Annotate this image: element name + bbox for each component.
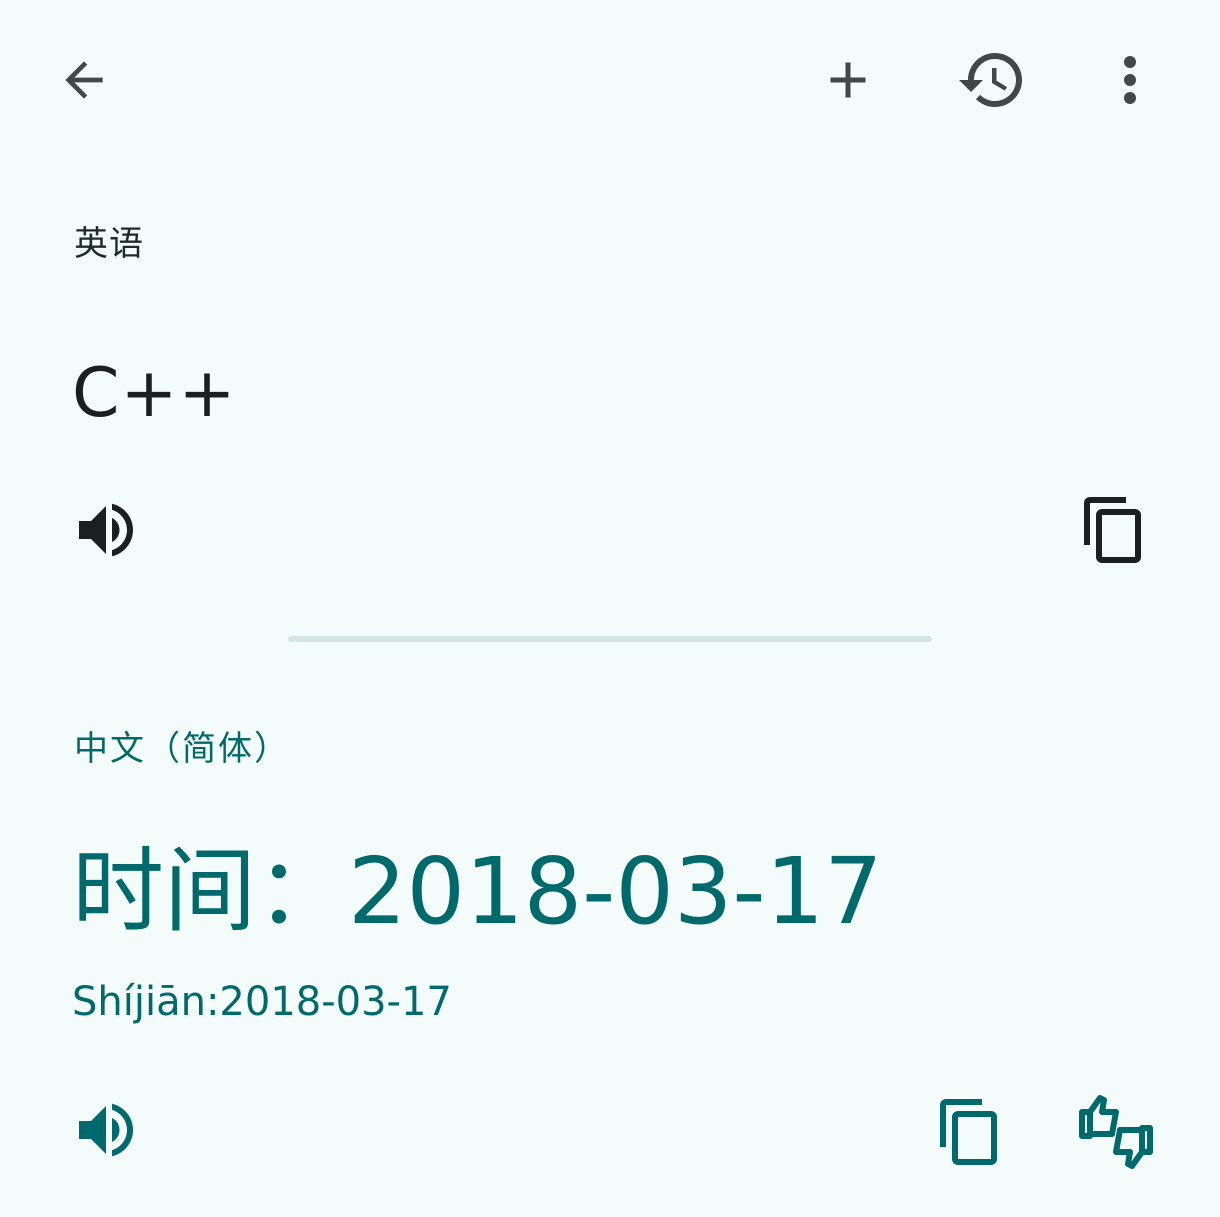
copy-icon [934, 1096, 1006, 1168]
back-button[interactable] [44, 40, 124, 120]
source-listen-button[interactable] [70, 494, 142, 566]
new-translation-button[interactable] [808, 40, 888, 120]
history-button[interactable] [950, 40, 1034, 120]
volume-up-icon [70, 1094, 142, 1166]
translated-text[interactable]: 时间：2018-03-17 [72, 836, 883, 948]
section-divider [288, 636, 932, 642]
rate-translation-button[interactable] [1068, 1088, 1164, 1174]
source-copy-button[interactable] [1078, 490, 1150, 570]
arrow-back-icon [56, 52, 112, 108]
history-icon [956, 44, 1028, 116]
target-listen-button[interactable] [70, 1094, 142, 1166]
target-language-label: 中文（简体） [74, 729, 290, 769]
source-language-label: 英语 [74, 224, 144, 264]
thumbs-up-down-icon [1076, 1092, 1156, 1172]
more-vert-icon [1106, 50, 1154, 110]
target-copy-button[interactable] [934, 1092, 1006, 1172]
source-text[interactable]: C++ [72, 352, 236, 436]
copy-icon [1078, 494, 1150, 566]
transliteration-text: Shíjiān:2018-03-17 [72, 979, 452, 1025]
more-options-button[interactable] [1096, 40, 1164, 120]
add-icon [818, 50, 878, 110]
volume-up-icon [70, 494, 142, 566]
